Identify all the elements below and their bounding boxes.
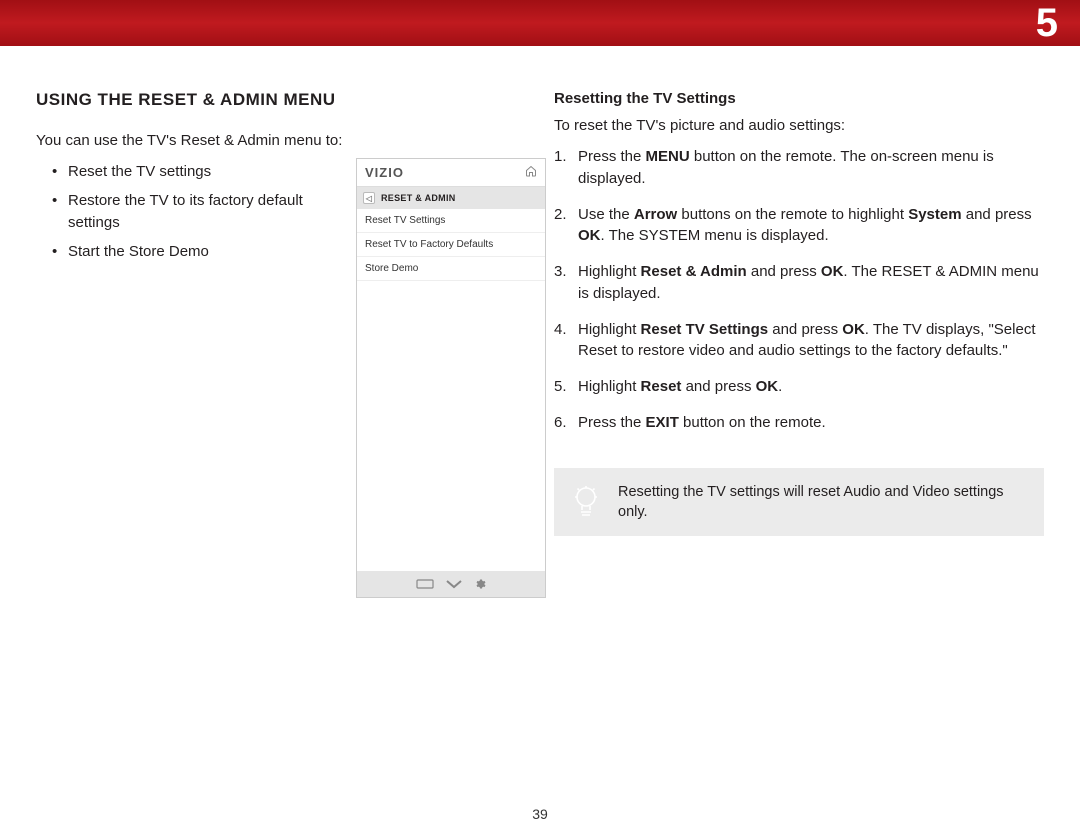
step: Use the Arrow buttons on the remote to h… <box>578 204 1044 248</box>
vizio-logo: VIZIO <box>365 165 404 180</box>
step: Highlight Reset and press OK. <box>578 376 1044 398</box>
gear-icon <box>474 578 486 590</box>
tv-header: VIZIO <box>357 159 545 187</box>
list-item: Reset the TV settings <box>68 161 306 184</box>
home-icon <box>525 165 537 180</box>
lightbulb-icon <box>572 485 600 519</box>
step: Highlight Reset & Admin and press OK. Th… <box>578 261 1044 305</box>
page-content: USING THE RESET & ADMIN MENU You can use… <box>0 46 1080 536</box>
list-item: Start the Store Demo <box>68 241 306 264</box>
tv-menu-title: RESET & ADMIN <box>381 193 456 203</box>
subsection-intro: To reset the TV's picture and audio sett… <box>554 115 1044 136</box>
tv-menu-title-bar: ◁ RESET & ADMIN <box>357 187 545 209</box>
right-column: Resetting the TV Settings To reset the T… <box>554 90 1044 536</box>
list-item: Restore the TV to its factory default se… <box>68 190 306 235</box>
feature-bullets: Reset the TV settings Restore the TV to … <box>36 161 306 263</box>
tv-menu-item: Store Demo <box>357 257 545 281</box>
wide-icon <box>416 579 434 589</box>
step: Highlight Reset TV Settings and press OK… <box>578 319 1044 363</box>
left-column: USING THE RESET & ADMIN MENU You can use… <box>36 90 526 536</box>
tv-menu-item: Reset TV Settings <box>357 209 545 233</box>
intro-text: You can use the TV's Reset & Admin menu … <box>36 130 526 151</box>
step: Press the MENU button on the remote. The… <box>578 146 1044 190</box>
tip-callout: Resetting the TV settings will reset Aud… <box>554 468 1044 537</box>
section-title: USING THE RESET & ADMIN MENU <box>36 90 526 110</box>
subsection-title: Resetting the TV Settings <box>554 90 1044 107</box>
step: Press the EXIT button on the remote. <box>578 412 1044 434</box>
tv-menu-item: Reset TV to Factory Defaults <box>357 233 545 257</box>
page-number: 39 <box>0 806 1080 822</box>
instruction-steps: Press the MENU button on the remote. The… <box>554 146 1044 434</box>
tip-text: Resetting the TV settings will reset Aud… <box>618 482 1026 523</box>
tv-menu-screenshot: VIZIO ◁ RESET & ADMIN Reset TV Settings … <box>356 158 546 598</box>
tv-footer-bar <box>357 571 545 597</box>
chapter-number: 5 <box>1036 1 1058 46</box>
chapter-banner: 5 <box>0 0 1080 46</box>
back-icon: ◁ <box>363 192 375 204</box>
chevron-down-icon <box>446 579 462 589</box>
